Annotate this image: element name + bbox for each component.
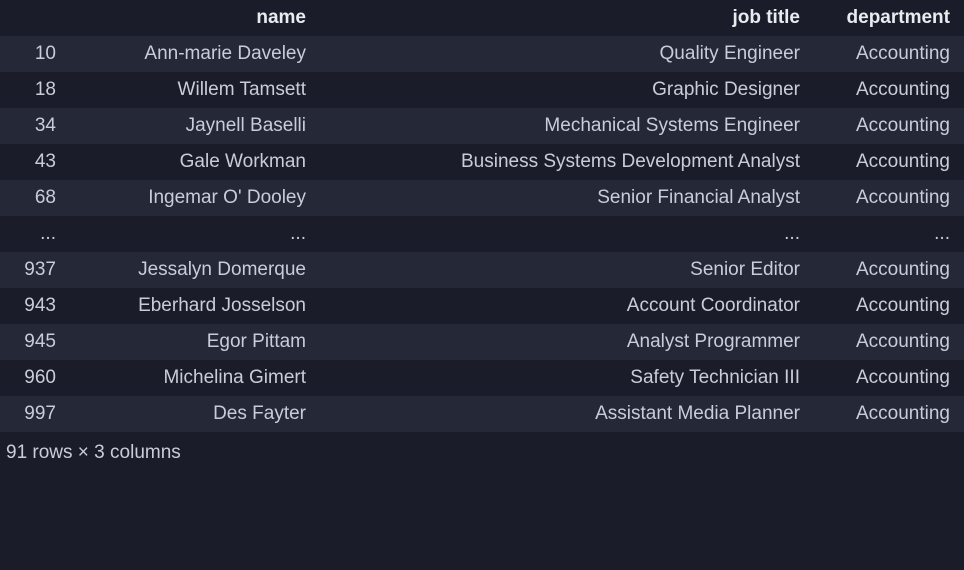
- name-cell: Ann-marie Daveley: [70, 36, 320, 72]
- department-cell: Accounting: [814, 288, 964, 324]
- job-title-cell: Business Systems Development Analyst: [320, 144, 814, 180]
- index-cell: 34: [0, 108, 70, 144]
- table-row: 34 Jaynell Baselli Mechanical Systems En…: [0, 108, 964, 144]
- name-cell: Ingemar O' Dooley: [70, 180, 320, 216]
- name-cell: Willem Tamsett: [70, 72, 320, 108]
- index-cell: 960: [0, 360, 70, 396]
- department-cell: Accounting: [814, 180, 964, 216]
- table-row: 937 Jessalyn Domerque Senior Editor Acco…: [0, 252, 964, 288]
- dataframe-shape-footer: 91 rows × 3 columns: [0, 432, 964, 474]
- table-row: 68 Ingemar O' Dooley Senior Financial An…: [0, 180, 964, 216]
- job-title-cell: Assistant Media Planner: [320, 396, 814, 432]
- department-header: department: [814, 0, 964, 36]
- job-title-cell: Analyst Programmer: [320, 324, 814, 360]
- dataframe-table: name job title department 10 Ann-marie D…: [0, 0, 964, 432]
- job-title-cell: Safety Technician III: [320, 360, 814, 396]
- department-cell: Accounting: [814, 72, 964, 108]
- department-cell: Accounting: [814, 36, 964, 72]
- name-cell: Michelina Gimert: [70, 360, 320, 396]
- job-title-cell: Senior Editor: [320, 252, 814, 288]
- name-cell: Gale Workman: [70, 144, 320, 180]
- job-title-cell: Quality Engineer: [320, 36, 814, 72]
- table-row: 960 Michelina Gimert Safety Technician I…: [0, 360, 964, 396]
- department-cell: Accounting: [814, 360, 964, 396]
- index-cell: 18: [0, 72, 70, 108]
- job-title-header: job title: [320, 0, 814, 36]
- table-row: 10 Ann-marie Daveley Quality Engineer Ac…: [0, 36, 964, 72]
- department-cell: Accounting: [814, 396, 964, 432]
- name-cell: Jaynell Baselli: [70, 108, 320, 144]
- job-title-cell: Account Coordinator: [320, 288, 814, 324]
- name-cell: Jessalyn Domerque: [70, 252, 320, 288]
- department-cell: Accounting: [814, 252, 964, 288]
- index-cell: 43: [0, 144, 70, 180]
- table-body: 10 Ann-marie Daveley Quality Engineer Ac…: [0, 36, 964, 432]
- job-title-cell: Graphic Designer: [320, 72, 814, 108]
- index-cell: 10: [0, 36, 70, 72]
- index-cell: 943: [0, 288, 70, 324]
- table-header-row: name job title department: [0, 0, 964, 36]
- job-title-cell: Senior Financial Analyst: [320, 180, 814, 216]
- ellipsis-cell: ...: [320, 216, 814, 252]
- name-cell: Des Fayter: [70, 396, 320, 432]
- department-cell: Accounting: [814, 324, 964, 360]
- department-cell: Accounting: [814, 144, 964, 180]
- table-row: 945 Egor Pittam Analyst Programmer Accou…: [0, 324, 964, 360]
- index-cell: 997: [0, 396, 70, 432]
- table-row: 18 Willem Tamsett Graphic Designer Accou…: [0, 72, 964, 108]
- table-row: 43 Gale Workman Business Systems Develop…: [0, 144, 964, 180]
- name-header: name: [70, 0, 320, 36]
- table-row: 943 Eberhard Josselson Account Coordinat…: [0, 288, 964, 324]
- department-cell: Accounting: [814, 108, 964, 144]
- table-row: 997 Des Fayter Assistant Media Planner A…: [0, 396, 964, 432]
- ellipsis-cell: ...: [814, 216, 964, 252]
- index-cell: 68: [0, 180, 70, 216]
- index-header: [0, 0, 70, 36]
- ellipsis-row: ... ... ... ...: [0, 216, 964, 252]
- job-title-cell: Mechanical Systems Engineer: [320, 108, 814, 144]
- ellipsis-cell: ...: [70, 216, 320, 252]
- index-cell: 937: [0, 252, 70, 288]
- ellipsis-cell: ...: [0, 216, 70, 252]
- name-cell: Eberhard Josselson: [70, 288, 320, 324]
- name-cell: Egor Pittam: [70, 324, 320, 360]
- index-cell: 945: [0, 324, 70, 360]
